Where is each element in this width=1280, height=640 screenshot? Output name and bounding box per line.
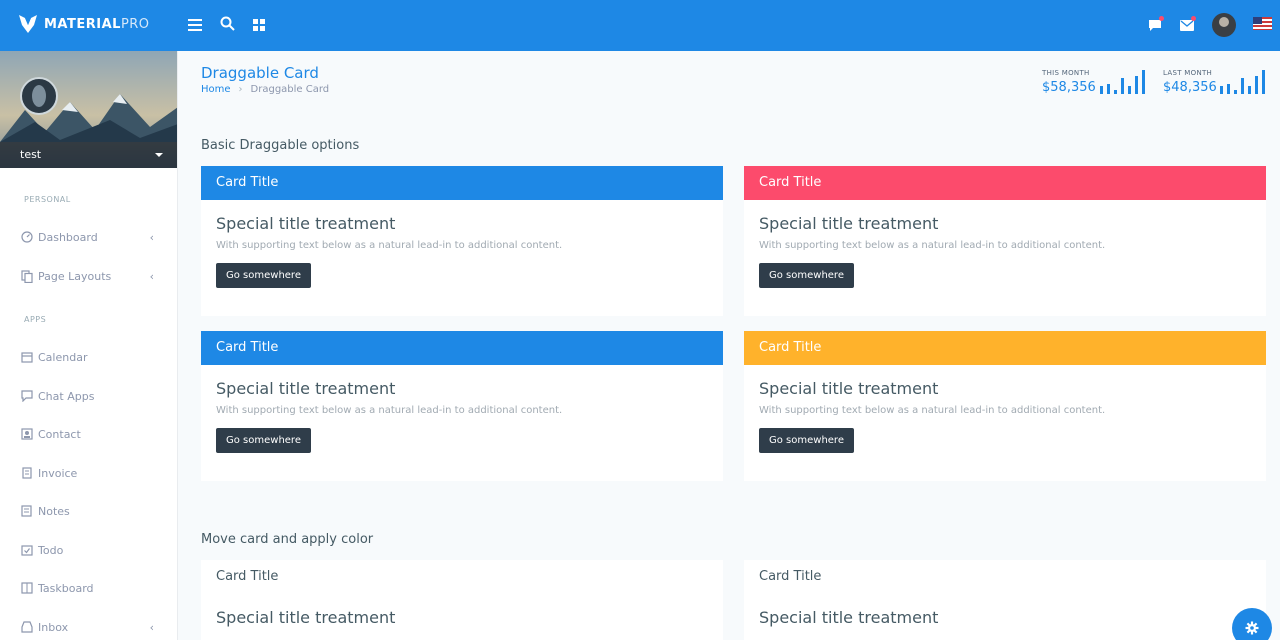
user-avatar[interactable] [1212,13,1236,37]
invoice-icon [20,467,33,480]
breadcrumb-home-link[interactable]: Home [201,84,231,95]
notification-dot [1191,16,1196,21]
section-title-basic: Basic Draggable options [201,138,360,153]
search-icon[interactable] [217,13,237,33]
color-card[interactable]: Card Title Special title treatment [744,560,1266,640]
stat-this-month: THIS MONTH $58,356 [1042,69,1096,95]
draggable-card[interactable]: Card Title Special title treatment With … [744,331,1266,481]
card-header[interactable]: Card Title [744,166,1266,200]
contact-icon [20,428,33,441]
sparkline-this-month [1100,68,1149,94]
grid-icon[interactable] [249,15,269,35]
card-header[interactable]: Card Title [744,331,1266,365]
brand-text: MATERIALPRO [44,16,150,32]
card-title: Special title treatment [759,379,939,398]
breadcrumb-separator-icon: › [238,84,243,95]
section-title-move-card: Move card and apply color [201,532,374,547]
sidebar-item-notes[interactable]: Notes [20,501,160,521]
color-card[interactable]: Card Title Special title treatment [201,560,723,640]
sidebar-item-invoice[interactable]: Invoice [20,463,160,483]
settings-fab-button[interactable] [1232,608,1272,640]
todo-icon [20,544,33,557]
stat-last-month: LAST MONTH $48,356 [1163,69,1217,95]
gear-icon [1245,621,1259,635]
caret-down-icon [155,153,163,157]
card-title: Special title treatment [216,214,396,233]
chevron-left-icon: ‹ [149,270,154,283]
draggable-card[interactable]: Card Title Special title treatment With … [201,331,723,481]
card-header[interactable]: Card Title [201,331,723,365]
sidebar-item-dashboard[interactable]: Dashboard ‹ [20,227,160,247]
card-title: Special title treatment [759,214,939,233]
card-text: With supporting text below as a natural … [759,240,1106,251]
sidebar-item-chat-apps[interactable]: Chat Apps [20,386,160,406]
topbar: MATERIALPRO [0,0,1280,51]
calendar-icon [20,351,33,364]
copy-icon [20,269,33,283]
card-title: Special title treatment [216,608,396,627]
card-text: With supporting text below as a natural … [216,405,563,416]
draggable-card[interactable]: Card Title Special title treatment With … [744,166,1266,316]
card-header[interactable]: Card Title [744,560,1266,594]
notes-icon [20,505,33,518]
page-title: Draggable Card [201,64,319,82]
card-text: With supporting text below as a natural … [216,240,563,251]
go-somewhere-button[interactable]: Go somewhere [216,263,311,288]
breadcrumb-current: Draggable Card [250,84,330,95]
sidebar-item-inbox[interactable]: Inbox ‹ [20,617,160,637]
taskboard-icon [20,582,33,595]
nav-caption-personal: PERSONAL [24,195,71,204]
go-somewhere-button[interactable]: Go somewhere [759,428,854,453]
card-text: With supporting text below as a natural … [759,405,1106,416]
profile-dropdown[interactable]: test [0,142,177,168]
mail-icon[interactable] [1177,15,1197,35]
user-profile: test [0,51,177,168]
inbox-icon [20,621,33,634]
sidebar-item-todo[interactable]: Todo [20,540,160,560]
go-somewhere-button[interactable]: Go somewhere [759,263,854,288]
message-icon[interactable] [1145,15,1165,35]
nav-caption-apps: APPS [24,315,47,324]
chevron-left-icon: ‹ [149,231,154,244]
draggable-card[interactable]: Card Title Special title treatment With … [201,166,723,316]
brand-logo-link[interactable]: MATERIALPRO [18,13,150,35]
sidebar-item-page-layouts[interactable]: Page Layouts ‹ [20,266,160,286]
breadcrumb: Home › Draggable Card [201,84,329,95]
go-somewhere-button[interactable]: Go somewhere [216,428,311,453]
chevron-left-icon: ‹ [149,621,154,634]
chat-icon [20,390,33,403]
sparkline-last-month [1220,68,1269,94]
card-header[interactable]: Card Title [201,166,723,200]
us-flag-icon[interactable] [1253,17,1272,30]
notification-dot [1159,16,1164,21]
profile-avatar[interactable] [20,77,58,115]
card-title: Special title treatment [759,608,939,627]
card-header[interactable]: Card Title [201,560,723,594]
gauge-icon [20,231,33,244]
sidebar-item-taskboard[interactable]: Taskboard [20,578,160,598]
menu-icon[interactable] [185,15,205,35]
sidebar-item-contact[interactable]: Contact [20,424,160,444]
card-title: Special title treatment [216,379,396,398]
material-logo-icon [19,15,37,33]
sidebar: test PERSONAL Dashboard ‹ Page Layouts ‹… [0,51,178,640]
sidebar-item-calendar[interactable]: Calendar [20,347,160,367]
